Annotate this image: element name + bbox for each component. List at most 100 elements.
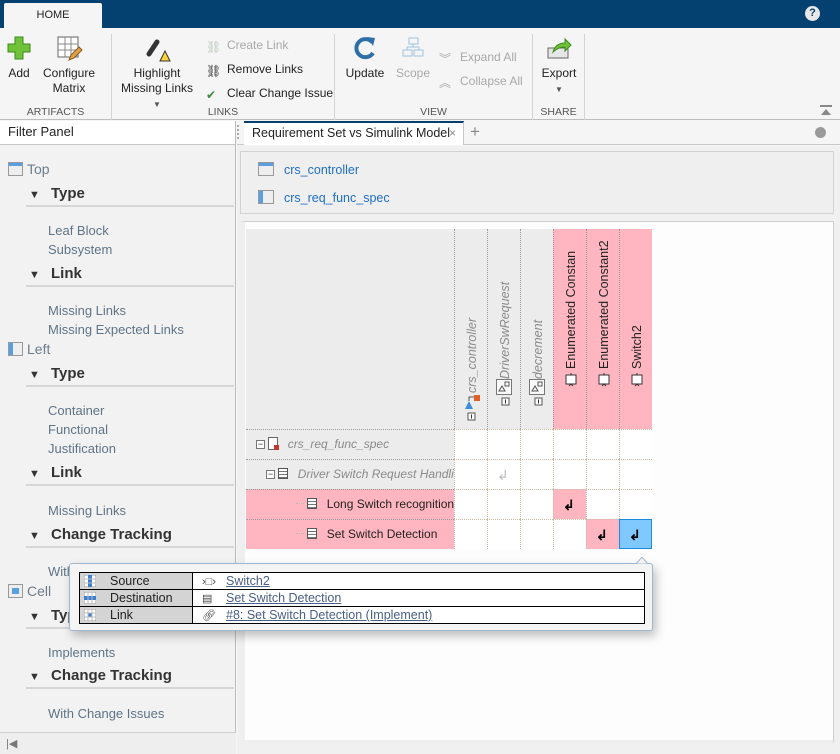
filter-item-subsystem[interactable]: Subsystem	[48, 242, 112, 257]
matrix-link-cell[interactable]: ↲	[553, 489, 586, 519]
help-icon[interactable]: ?	[805, 6, 820, 21]
filter-heading-left-link[interactable]: ▼ Link	[26, 464, 234, 486]
collapse-row-icon[interactable]: −	[266, 470, 275, 479]
matrix-cell[interactable]	[553, 519, 586, 549]
matrix-cell[interactable]	[487, 489, 520, 519]
source-link[interactable]: Switch2	[226, 574, 270, 588]
tree-connector	[296, 533, 304, 534]
matrix-cell[interactable]	[520, 519, 553, 549]
matrix-row-header[interactable]: − crs_req_func_spec	[246, 429, 454, 459]
tab-label: Requirement Set vs Simulink Model	[252, 126, 450, 140]
filter-item-container[interactable]: Container	[48, 403, 104, 418]
highlight-missing-links-icon	[146, 39, 171, 62]
matrix-cell[interactable]	[487, 519, 520, 549]
matrix-column-header[interactable]: Enumerated Constan	[553, 229, 586, 429]
matrix-column-header[interactable]: Enumerated Constant2	[586, 229, 619, 429]
link-detail-link[interactable]: #8: Set Switch Detection (Implement)	[226, 608, 432, 622]
matrix-cell[interactable]	[586, 489, 619, 519]
collapse-ribbon-icon[interactable]	[820, 105, 832, 115]
filter-heading-top-link[interactable]: ▼ Link	[26, 265, 234, 287]
filter-item-missing-expected-links[interactable]: Missing Expected Links	[48, 322, 184, 337]
drag-grip-icon[interactable]	[237, 125, 243, 139]
add-button[interactable]: Add	[4, 34, 34, 81]
subsystem-icon	[529, 379, 547, 412]
destination-link[interactable]: Set Switch Detection	[226, 591, 341, 605]
artifact-left[interactable]: crs_req_func_spec	[258, 190, 390, 205]
matrix-cell[interactable]	[454, 489, 487, 519]
tooltip-value: 🔗︎ #8: Set Switch Detection (Implement)	[192, 606, 645, 624]
filter-heading-top-type[interactable]: ▼ Type	[26, 185, 234, 207]
matrix-cell[interactable]	[454, 459, 487, 489]
heading-label: Link	[51, 464, 82, 481]
matrix-cell[interactable]	[454, 519, 487, 549]
filter-item-leaf-block[interactable]: Leaf Block	[48, 223, 109, 238]
filter-heading-cell-change-tracking[interactable]: ▼ Change Tracking	[26, 667, 234, 689]
left-artifact-icon	[8, 342, 23, 356]
matrix-cell[interactable]	[619, 459, 652, 489]
filter-section-top[interactable]: Top	[8, 161, 50, 177]
source-axis-icon	[84, 575, 96, 587]
matrix-column-header[interactable]: crs_controller	[454, 229, 487, 429]
column-label: DriverSwRequest	[498, 281, 512, 379]
matrix-link-cell[interactable]: ↲	[619, 519, 652, 549]
matrix-cell[interactable]	[553, 429, 586, 459]
highlight-missing-links-button[interactable]: Highlight Missing Links ▼	[116, 34, 198, 112]
export-button[interactable]: Export ▼	[537, 34, 581, 97]
close-tab-icon[interactable]: ×	[449, 123, 456, 144]
column-label: Enumerated Constan	[564, 250, 578, 369]
clear-change-issue-button[interactable]: ✔ Clear Change Issue	[206, 85, 333, 102]
matrix-column-header[interactable]: DriverSwRequest	[487, 229, 520, 429]
links-group-label: LINKS	[207, 106, 239, 118]
collapse-panel-icon[interactable]: |◀	[6, 737, 17, 750]
matrix-cell[interactable]	[586, 429, 619, 459]
matrix-cell[interactable]	[520, 429, 553, 459]
heading-label: Change Tracking	[51, 667, 172, 684]
matrix-link-cell[interactable]: ↲	[487, 459, 520, 489]
expand-all-button[interactable]: ︾ Expand All	[439, 49, 517, 66]
configure-matrix-button[interactable]: Configure Matrix	[40, 34, 98, 96]
matrix-cell[interactable]	[553, 459, 586, 489]
requirement-icon	[307, 498, 318, 509]
matrix-cell[interactable]	[454, 429, 487, 459]
filter-heading-left-change-tracking[interactable]: ▼ Change Tracking	[26, 526, 234, 548]
clear-change-issue-icon: ✔	[206, 87, 217, 102]
matrix-cell[interactable]	[586, 459, 619, 489]
filter-item-cell-with-change-issues[interactable]: With Change Issues	[48, 706, 164, 721]
filter-heading-left-type[interactable]: ▼ Type	[26, 365, 234, 387]
update-button[interactable]: Update	[343, 34, 387, 81]
filter-item-left-missing-links[interactable]: Missing Links	[48, 503, 126, 518]
matrix-column-header[interactable]: Switch2	[619, 229, 652, 429]
collapse-all-button[interactable]: ︽ Collapse All	[439, 73, 523, 90]
filter-section-left[interactable]: Left	[8, 341, 50, 357]
tab-requirement-set-vs-simulink-model[interactable]: Requirement Set vs Simulink Model ×	[244, 121, 464, 145]
collapse-row-icon[interactable]: −	[256, 440, 265, 449]
create-link-button[interactable]: ⛓ Create Link	[206, 37, 288, 54]
matrix-link-cell[interactable]: ↲	[586, 519, 619, 549]
matrix-row-header[interactable]: Set Switch Detection	[246, 519, 454, 549]
remove-links-button[interactable]: ⛓ Remove Links	[206, 61, 303, 78]
matrix-row-header[interactable]: Long Switch recognition	[246, 489, 454, 519]
matrix-column-header[interactable]: decrement	[520, 229, 553, 429]
add-tab-icon[interactable]: +	[470, 122, 480, 142]
matrix-cell[interactable]	[520, 489, 553, 519]
matrix-cell[interactable]	[619, 489, 652, 519]
tab-menu-icon[interactable]	[815, 127, 826, 138]
matrix-cell[interactable]	[487, 429, 520, 459]
matrix-cell[interactable]	[619, 429, 652, 459]
model-icon	[463, 395, 481, 426]
filter-item-justification[interactable]: Justification	[48, 441, 116, 456]
filter-item-implements[interactable]: Implements	[48, 645, 115, 660]
tab-home[interactable]: HOME	[4, 3, 102, 28]
filter-item-missing-links[interactable]: Missing Links	[48, 303, 126, 318]
filter-section-cell[interactable]: Cell	[8, 583, 51, 599]
filter-item-functional[interactable]: Functional	[48, 422, 108, 437]
scope-button[interactable]: Scope	[393, 34, 433, 81]
matrix-cell[interactable]	[520, 459, 553, 489]
matrix-row-header[interactable]: − Driver Switch Request Handling	[246, 459, 454, 489]
ribbon-group-artifacts: Add Configure Matrix ARTIFACTS	[0, 34, 112, 120]
export-label: Export	[541, 66, 577, 80]
block-icon	[631, 373, 643, 390]
export-dropdown-icon[interactable]: ▼	[555, 85, 563, 94]
artifact-top[interactable]: crs_controller	[258, 162, 359, 177]
remove-links-icon: ⛓	[206, 63, 222, 78]
